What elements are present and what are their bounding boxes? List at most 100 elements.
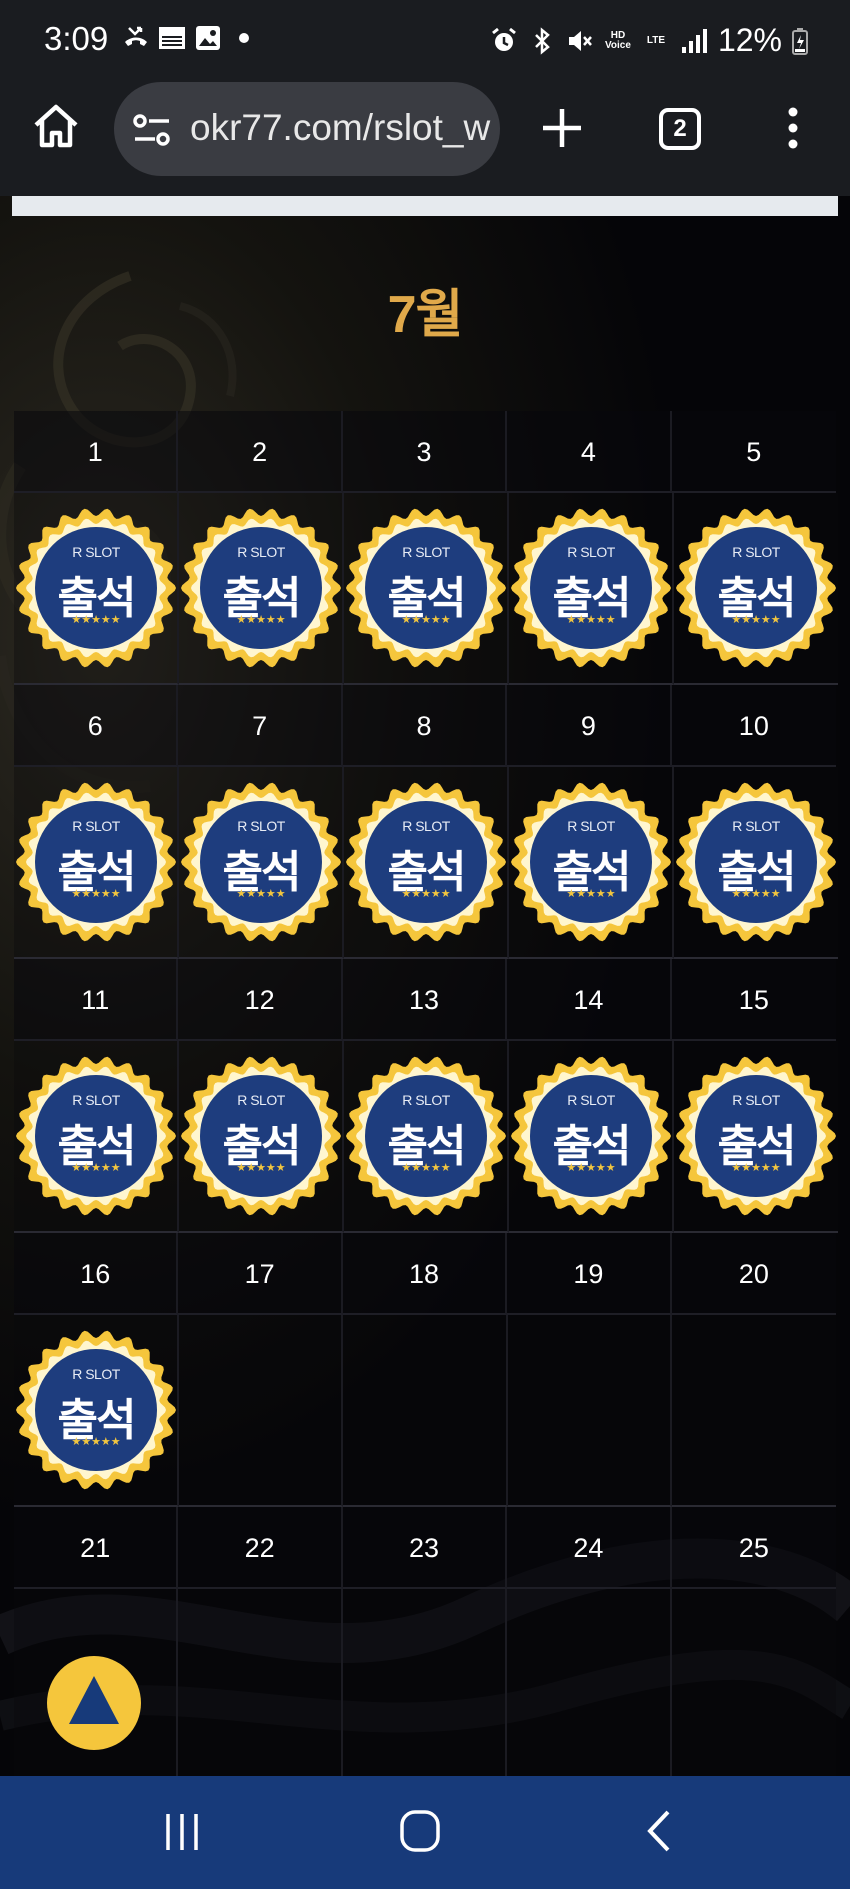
- day-number: 21: [14, 1507, 179, 1589]
- back-button[interactable]: [630, 1806, 690, 1856]
- page-content: 7월 12345R SLOT 출석 ★★★★★ R SLOT 출석 ★★★★★ R SLOT…: [0, 196, 850, 1776]
- more-menu-button[interactable]: [782, 106, 804, 150]
- badge-brand: R SLOT: [72, 818, 120, 834]
- day-cell: [507, 1589, 672, 1776]
- day-cell: R SLOT 출석 ★★★★★: [179, 1041, 344, 1233]
- attendance-stamp: R SLOT 출석 ★★★★★: [14, 780, 177, 944]
- badge-stars: ★★★★★: [731, 888, 781, 900]
- day-cell: R SLOT 출석 ★★★★★: [14, 493, 179, 685]
- day-number: 23: [342, 1507, 508, 1589]
- attendance-stamp: R SLOT 출석 ★★★★★: [674, 1054, 838, 1218]
- calendar-stamp-row: R SLOT 출석 ★★★★★: [14, 1315, 836, 1507]
- day-number: 4: [507, 411, 672, 493]
- triangle-up-icon: [69, 1676, 119, 1724]
- day-cell: [507, 1315, 672, 1507]
- battery-percent: 12%: [717, 22, 782, 58]
- day-number: 11: [14, 959, 179, 1041]
- badge-brand: R SLOT: [732, 1092, 780, 1108]
- day-cell: [671, 1315, 836, 1507]
- day-cell: R SLOT 출석 ★★★★★: [344, 767, 509, 959]
- day-number: 7: [178, 685, 343, 767]
- day-number: 10: [671, 685, 837, 767]
- badge-stars: ★★★★★: [236, 888, 286, 900]
- browser-toolbar: okr77.com/rslot_w 2: [0, 78, 850, 196]
- day-number: 22: [178, 1507, 343, 1589]
- day-cell: [671, 1589, 837, 1776]
- day-number: 12: [178, 959, 343, 1041]
- day-cell: R SLOT 출석 ★★★★★: [179, 493, 344, 685]
- hd-voice-icon: HD Voice: [604, 29, 631, 51]
- calendar-stamp-row: R SLOT 출석 ★★★★★ R SLOT 출석 ★★★★★ R SLOT 출석 ★★★★★ R…: [14, 767, 838, 959]
- badge-brand: R SLOT: [732, 544, 780, 560]
- day-number: 25: [671, 1507, 837, 1589]
- badge-brand: R SLOT: [237, 1092, 285, 1108]
- home-nav-button[interactable]: [390, 1806, 450, 1856]
- badge-stars: ★★★★★: [71, 1436, 121, 1448]
- day-cell: R SLOT 출석 ★★★★★: [14, 1315, 179, 1507]
- attendance-stamp: R SLOT 출석 ★★★★★: [14, 1328, 177, 1492]
- badge-brand: R SLOT: [567, 544, 615, 560]
- day-number: 15: [671, 959, 837, 1041]
- day-number: 6: [14, 685, 179, 767]
- calendar-date-row: 16 17 18 19 20: [14, 1233, 837, 1315]
- day-number: 16: [14, 1233, 179, 1315]
- badge-brand: R SLOT: [402, 544, 450, 560]
- day-number: 18: [342, 1233, 508, 1315]
- home-icon: [34, 104, 78, 148]
- day-cell: R SLOT 출석 ★★★★★: [509, 1041, 674, 1233]
- day-number: 17: [178, 1233, 343, 1315]
- attendance-stamp: R SLOT 출석 ★★★★★: [509, 1054, 672, 1218]
- site-settings-icon[interactable]: [132, 112, 172, 148]
- day-cell: [342, 1589, 508, 1776]
- day-number: 8: [342, 685, 508, 767]
- day-cell: R SLOT 출석 ★★★★★: [674, 493, 838, 685]
- calendar-date-row: 6 7 8 9 10: [14, 685, 837, 767]
- day-cell: R SLOT 출석 ★★★★★: [14, 767, 179, 959]
- badge-brand: R SLOT: [72, 1092, 120, 1108]
- day-cell: [178, 1589, 343, 1776]
- day-cell: R SLOT 출석 ★★★★★: [179, 767, 344, 959]
- status-left-icons: [122, 24, 258, 52]
- day-number: 3: [342, 411, 508, 493]
- mute-icon: [566, 27, 594, 55]
- address-bar[interactable]: okr77.com/rslot_w: [114, 82, 500, 176]
- scroll-to-top-button[interactable]: [47, 1656, 141, 1750]
- badge-brand: R SLOT: [72, 1366, 120, 1382]
- calendar-date-row: 21 22 23 24 25: [14, 1507, 837, 1589]
- badge-stars: ★★★★★: [401, 1162, 451, 1174]
- day-cell: R SLOT 출석 ★★★★★: [14, 1041, 179, 1233]
- battery-icon: [792, 27, 808, 55]
- day-cell: R SLOT 출석 ★★★★★: [509, 493, 674, 685]
- attendance-stamp: R SLOT 출석 ★★★★★: [674, 780, 838, 944]
- badge-stars: ★★★★★: [236, 614, 286, 626]
- recent-apps-icon: [166, 1814, 198, 1850]
- attendance-stamp: R SLOT 출석 ★★★★★: [14, 1054, 177, 1218]
- new-tab-button[interactable]: [540, 106, 584, 150]
- day-number: 14: [507, 959, 672, 1041]
- status-bar: 3:09 HD Voice LTE 12%: [0, 0, 850, 78]
- home-button[interactable]: [30, 100, 82, 152]
- badge-brand: R SLOT: [237, 818, 285, 834]
- badge-stars: ★★★★★: [731, 614, 781, 626]
- signal-icon: [680, 27, 708, 55]
- system-nav-bar: [0, 1776, 850, 1889]
- attendance-calendar: 12345R SLOT 출석 ★★★★★ R SLOT 출석 ★★★★★ R SLOT 출석 ★…: [14, 411, 838, 1776]
- status-right-icons: HD Voice LTE 12%: [490, 22, 808, 59]
- day-number: 13: [342, 959, 508, 1041]
- badge-stars: ★★★★★: [566, 1162, 616, 1174]
- badge-stars: ★★★★★: [731, 1162, 781, 1174]
- badge-stars: ★★★★★: [401, 614, 451, 626]
- badge-brand: R SLOT: [732, 818, 780, 834]
- day-cell: R SLOT 출석 ★★★★★: [674, 1041, 838, 1233]
- recent-apps-button[interactable]: [152, 1806, 212, 1856]
- news-icon: [158, 24, 186, 52]
- badge-brand: R SLOT: [402, 818, 450, 834]
- alarm-icon: [490, 27, 518, 55]
- badge-stars: ★★★★★: [71, 888, 121, 900]
- day-number: 5: [671, 411, 837, 493]
- day-cell: [179, 1315, 344, 1507]
- tab-switcher-button[interactable]: 2: [659, 108, 701, 150]
- attendance-stamp: R SLOT 출석 ★★★★★: [509, 506, 672, 670]
- day-number: 9: [507, 685, 672, 767]
- attendance-stamp: R SLOT 출석 ★★★★★: [179, 1054, 342, 1218]
